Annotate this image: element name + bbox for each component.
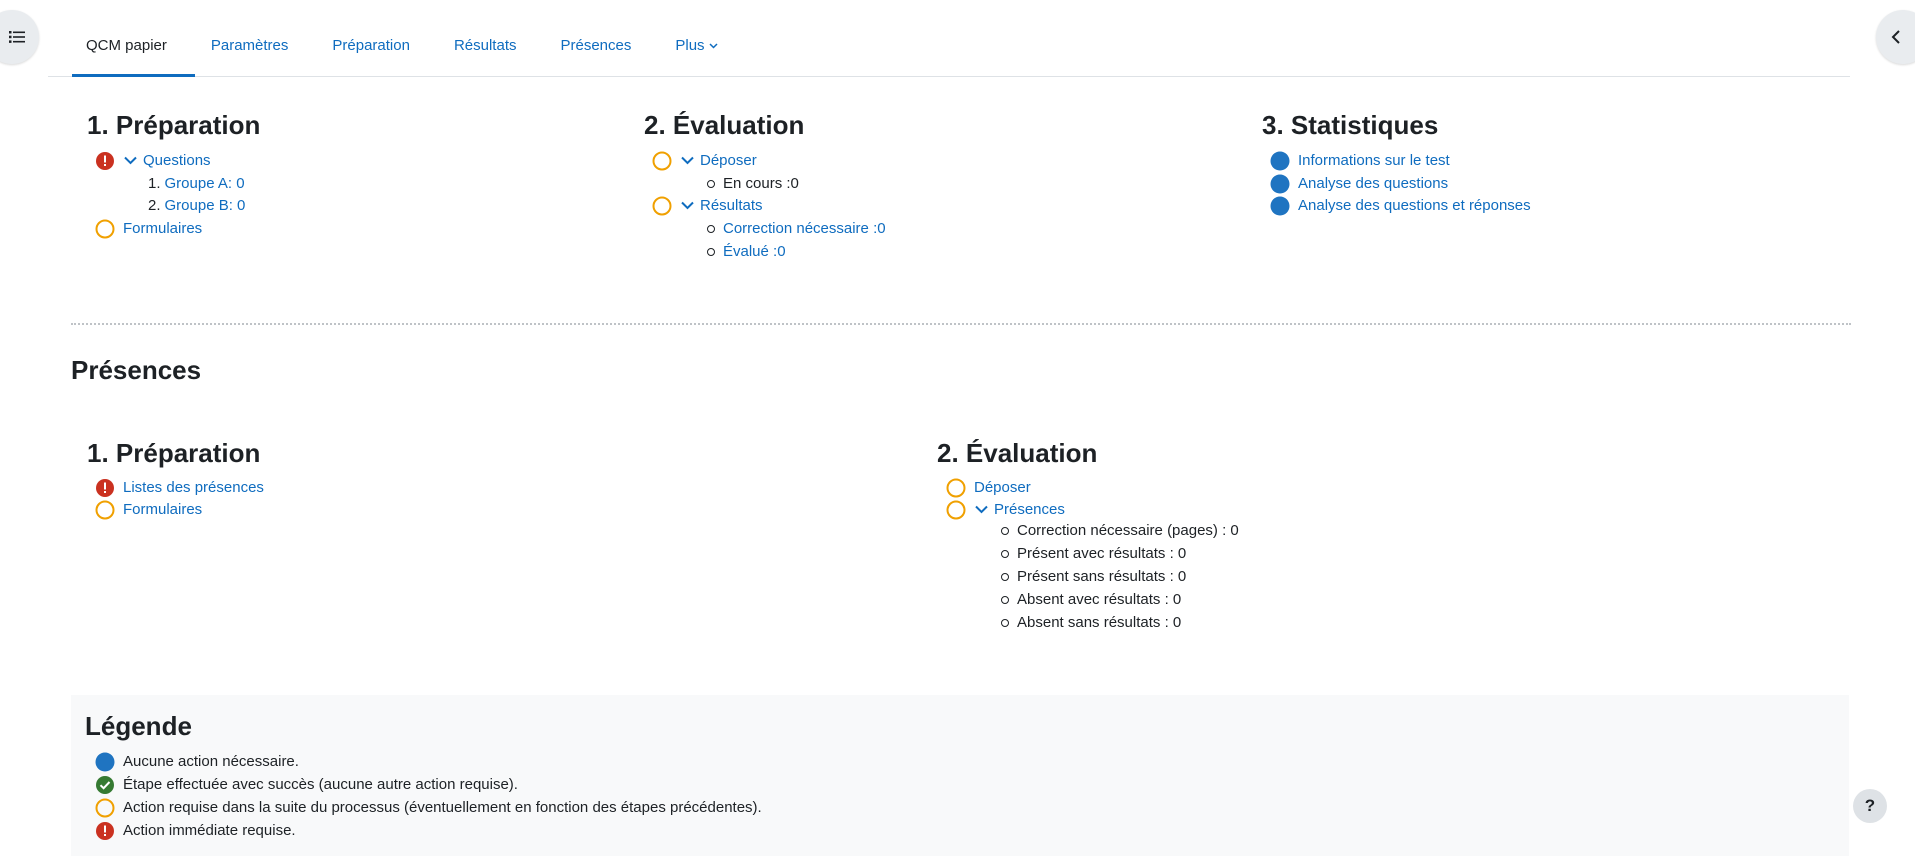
deposer-link[interactable]: Déposer xyxy=(974,479,1031,496)
chevron-left-icon xyxy=(1891,30,1900,44)
info-circle-icon xyxy=(1270,174,1290,194)
presences-preparation-title: 1. Préparation xyxy=(87,438,261,468)
bullet xyxy=(1001,572,1009,581)
block-drawer-toggle[interactable] xyxy=(1876,10,1915,64)
list-number: 1. xyxy=(148,175,161,192)
formulaires-link[interactable]: Formulaires xyxy=(123,501,202,518)
presences-link[interactable]: Présences xyxy=(994,501,1065,518)
info-circle-icon xyxy=(1270,151,1290,171)
analyse-questions-reponses-link[interactable]: Analyse des questions et réponses xyxy=(1298,197,1531,214)
info-circle-icon xyxy=(95,752,115,772)
tab-plus[interactable]: Plus xyxy=(653,22,739,76)
questions-link[interactable]: Questions xyxy=(143,152,211,169)
groupe-b-link[interactable]: Groupe B: 0 xyxy=(165,197,246,214)
tab-preparation[interactable]: Préparation xyxy=(310,22,432,76)
chevron-down-icon[interactable] xyxy=(680,199,694,213)
bullet xyxy=(707,247,715,256)
warning-circle-icon xyxy=(95,798,115,818)
secondary-navigation: QCM papier Paramètres Préparation Résult… xyxy=(48,22,1850,77)
correction-pages-text: Correction nécessaire (pages) : 0 xyxy=(1017,522,1239,539)
groupe-a-link[interactable]: Groupe A: 0 xyxy=(165,175,245,192)
warning-circle-icon xyxy=(652,196,672,216)
formulaires-link[interactable]: Formulaires xyxy=(123,220,202,237)
bullet xyxy=(707,179,715,188)
resultats-link[interactable]: Résultats xyxy=(700,197,763,214)
presences-evaluation-title: 2. Évaluation xyxy=(937,438,1098,468)
chevron-down-icon[interactable] xyxy=(974,503,988,517)
tab-resultats[interactable]: Résultats xyxy=(432,22,539,76)
analyse-questions-link[interactable]: Analyse des questions xyxy=(1298,175,1448,192)
qcm-evaluation-title: 2. Évaluation xyxy=(644,110,805,140)
correction-necessaire-link[interactable]: Correction nécessaire :0 xyxy=(723,220,886,237)
warning-circle-icon xyxy=(95,219,115,239)
tab-qcm-papier[interactable]: QCM papier xyxy=(48,22,195,77)
legend-success: Étape effectuée avec succès (aucune autr… xyxy=(123,776,518,793)
chevron-down-icon[interactable] xyxy=(680,154,694,168)
presences-heading: Présences xyxy=(71,355,202,385)
qcm-statistiques-title: 3. Statistiques xyxy=(1262,110,1439,140)
bullet xyxy=(707,224,715,233)
bullet xyxy=(1001,618,1009,627)
tab-parametres[interactable]: Paramètres xyxy=(189,22,311,76)
evalue-link[interactable]: Évalué :0 xyxy=(723,243,786,260)
section-divider xyxy=(71,323,1851,325)
error-icon xyxy=(95,151,115,171)
bullet xyxy=(1001,549,1009,558)
legend-no-action: Aucune action nécessaire. xyxy=(123,753,299,770)
warning-circle-icon xyxy=(652,151,672,171)
check-circle-icon xyxy=(95,775,115,795)
deposer-link[interactable]: Déposer xyxy=(700,152,757,169)
list-icon xyxy=(9,31,25,43)
absent-avec-resultats-text: Absent avec résultats : 0 xyxy=(1017,591,1182,608)
warning-circle-icon xyxy=(95,500,115,520)
bullet xyxy=(1001,526,1009,535)
listes-presences-link[interactable]: Listes des présences xyxy=(123,479,264,496)
informations-test-link[interactable]: Informations sur le test xyxy=(1298,152,1450,169)
help-button[interactable]: ? xyxy=(1853,789,1887,823)
legend-immediate: Action immédiate requise. xyxy=(123,822,296,839)
list-number: 2. xyxy=(148,197,161,214)
en-cours-text: En cours :0 xyxy=(723,175,799,192)
chevron-down-icon xyxy=(709,43,718,49)
present-avec-resultats-text: Présent avec résultats : 0 xyxy=(1017,545,1187,562)
warning-circle-icon xyxy=(946,478,966,498)
qcm-preparation-title: 1. Préparation xyxy=(87,110,261,140)
chevron-down-icon[interactable] xyxy=(123,154,137,168)
legend-title: Légende xyxy=(85,711,192,741)
absent-sans-resultats-text: Absent sans résultats : 0 xyxy=(1017,614,1182,631)
info-circle-icon xyxy=(1270,196,1290,216)
error-icon xyxy=(95,821,115,841)
tab-presences[interactable]: Présences xyxy=(538,22,653,76)
course-index-toggle[interactable] xyxy=(0,10,39,64)
error-icon xyxy=(95,478,115,498)
bullet xyxy=(1001,595,1009,604)
legend-panel: Légende Aucune action nécessaire. Étape … xyxy=(71,695,1849,856)
present-sans-resultats-text: Présent sans résultats : 0 xyxy=(1017,568,1187,585)
legend-later: Action requise dans la suite du processu… xyxy=(123,799,762,816)
warning-circle-icon xyxy=(946,500,966,520)
